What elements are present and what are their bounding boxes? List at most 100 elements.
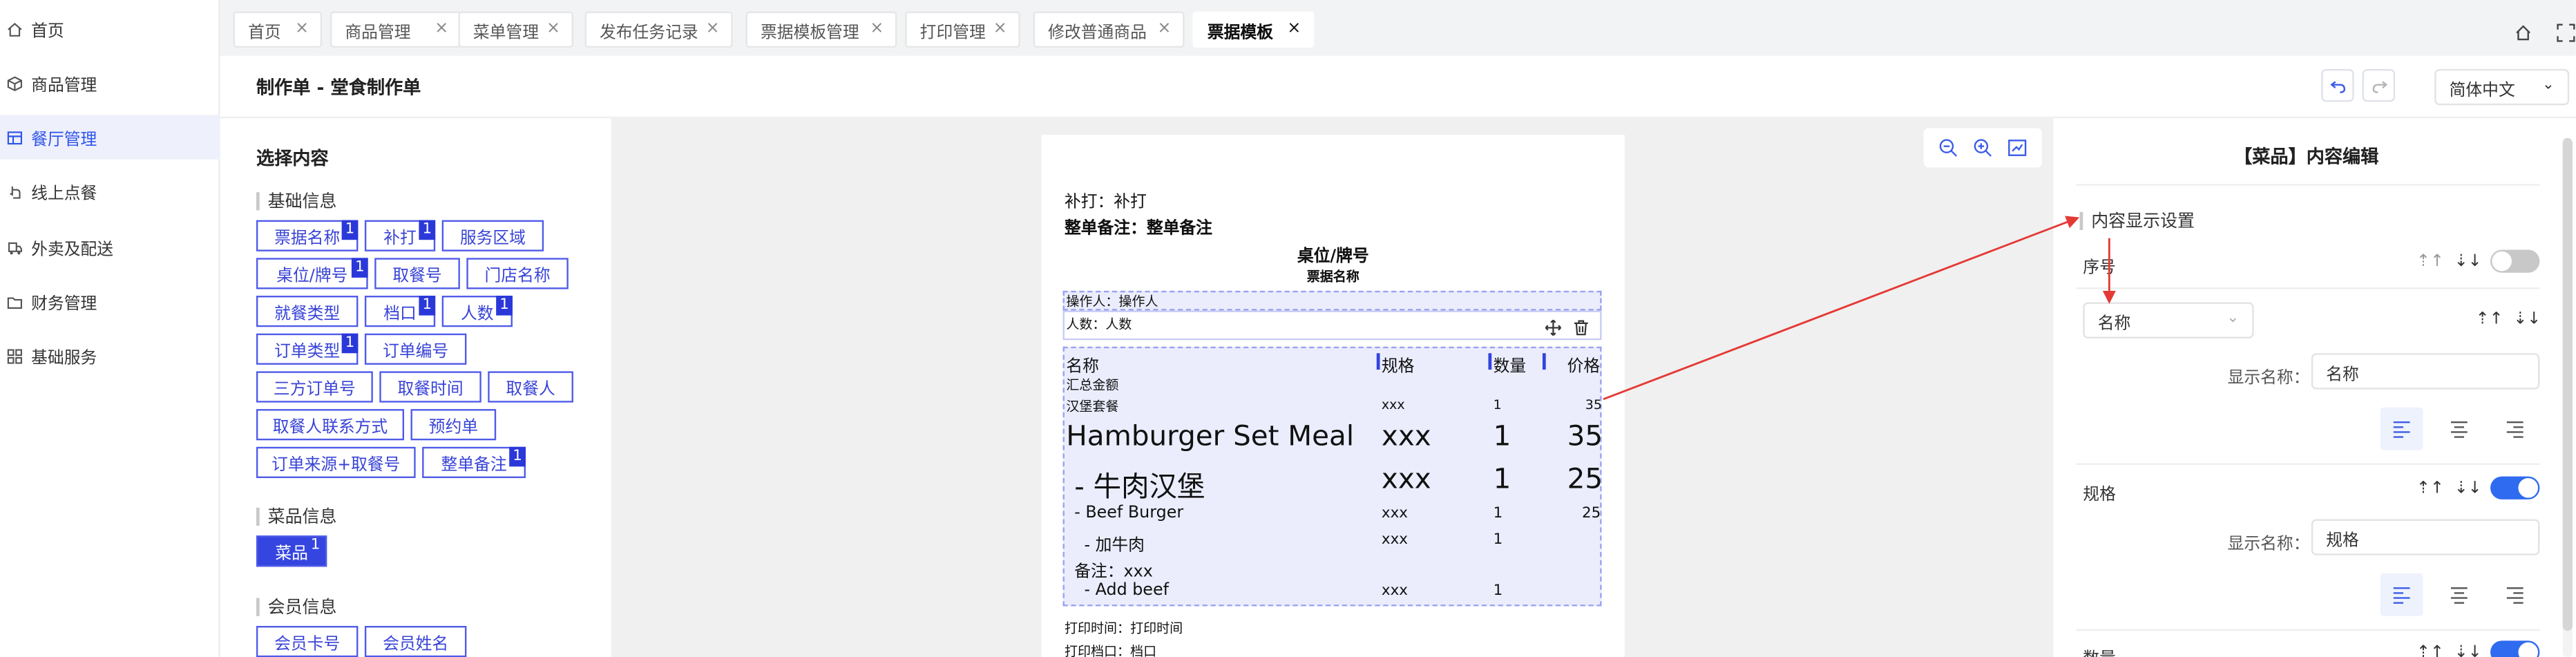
tag-member-card[interactable]: 会员卡号 bbox=[256, 626, 359, 657]
tag-service-area[interactable]: 服务区域 bbox=[441, 220, 544, 251]
tag-dining-type[interactable]: 就餐类型 bbox=[256, 296, 359, 327]
align-left-button[interactable] bbox=[2380, 407, 2423, 450]
move-icon[interactable] bbox=[1539, 314, 1565, 340]
align-center-button[interactable] bbox=[2438, 408, 2481, 450]
tag-pickup-time[interactable]: 取餐时间 bbox=[379, 371, 481, 403]
scrollbar-thumb[interactable] bbox=[2562, 137, 2573, 631]
fit-screen-icon[interactable] bbox=[2008, 132, 2028, 163]
sort-asc-icon[interactable]: ⇡↑ bbox=[2416, 253, 2444, 271]
tab-ticket-template[interactable]: 票据模板 × bbox=[1192, 11, 1315, 48]
design-canvas[interactable]: 补打：补打 整单备注：整单备注 桌位/牌号 票据名称 操作人：操作人 人数：人数… bbox=[611, 118, 2054, 657]
tab-print-management[interactable]: 打印管理 × bbox=[905, 11, 1020, 48]
sidebar-item-product[interactable]: 商品管理 bbox=[0, 61, 220, 105]
tag-order-no[interactable]: 订单编号 bbox=[364, 333, 467, 365]
language-value: 简体中文 bbox=[2449, 81, 2515, 99]
tab-product-management[interactable]: 商品管理 × bbox=[330, 11, 462, 48]
sort-asc-icon[interactable]: ⇡↑ bbox=[2476, 310, 2503, 328]
display-name-input[interactable]: 名称 bbox=[2311, 353, 2540, 390]
tag-order-type[interactable]: 订单类型 1 bbox=[256, 333, 359, 365]
tag-label: 票据名称 bbox=[274, 229, 341, 249]
tab-menu-management[interactable]: 菜单管理 × bbox=[458, 11, 573, 48]
tag-ticket-name[interactable]: 票据名称 1 bbox=[256, 220, 359, 251]
receipt-order-remark[interactable]: 整单备注：整单备注 bbox=[1065, 213, 1212, 238]
close-icon[interactable]: × bbox=[993, 20, 1007, 38]
sort-asc-icon[interactable]: ⇡↑ bbox=[2416, 479, 2444, 497]
align-center-button[interactable] bbox=[2438, 573, 2481, 616]
zoom-out-icon[interactable] bbox=[1938, 132, 1958, 163]
tab-ticket-template-management[interactable]: 票据模板管理 × bbox=[745, 11, 897, 48]
close-icon[interactable]: × bbox=[870, 20, 884, 38]
tag-order-remark[interactable]: 整单备注 1 bbox=[422, 446, 526, 478]
receipt-print-station[interactable]: 打印档口：档口 bbox=[1065, 642, 1156, 657]
close-icon[interactable]: × bbox=[1158, 20, 1172, 38]
tab-label: 票据模板 bbox=[1207, 23, 1273, 42]
align-left-button[interactable] bbox=[2380, 573, 2423, 616]
undo-button[interactable] bbox=[2321, 68, 2354, 102]
spec-toggle[interactable] bbox=[2490, 476, 2540, 499]
qty-toggle[interactable] bbox=[2490, 640, 2540, 657]
receipt-ticket-name[interactable]: 票据名称 bbox=[1042, 268, 1625, 286]
delete-icon[interactable] bbox=[1567, 314, 1594, 340]
zoom-in-icon[interactable] bbox=[1973, 132, 1993, 163]
tag-store-name[interactable]: 门店名称 bbox=[466, 258, 569, 289]
tag-member-name[interactable]: 会员姓名 bbox=[364, 626, 467, 657]
column-divider bbox=[1488, 353, 1492, 370]
sort-desc-icon[interactable]: ⇣↓ bbox=[2454, 644, 2482, 657]
count-badge: 1 bbox=[341, 220, 359, 240]
close-icon[interactable]: × bbox=[1287, 20, 1301, 38]
close-icon[interactable]: × bbox=[546, 20, 560, 38]
tag-headcount[interactable]: 人数 1 bbox=[441, 296, 513, 327]
headcount-block[interactable] bbox=[1062, 310, 1602, 341]
sort-desc-icon[interactable]: ⇣↓ bbox=[2454, 479, 2482, 497]
tag-pickup-no[interactable]: 取餐号 bbox=[374, 258, 460, 289]
tag-dish[interactable]: 菜品 1 bbox=[256, 535, 327, 567]
display-name-input[interactable]: 规格 bbox=[2311, 519, 2540, 555]
tag-station[interactable]: 档口 1 bbox=[364, 296, 436, 327]
row-price: 25 bbox=[1567, 463, 1603, 497]
sidebar-item-delivery[interactable]: 外卖及配送 bbox=[0, 225, 220, 269]
sidebar-item-online-order[interactable]: 线上点餐 bbox=[0, 169, 220, 213]
align-right-button[interactable] bbox=[2494, 573, 2537, 616]
sort-asc-icon[interactable]: ⇡↑ bbox=[2416, 644, 2444, 657]
tag-table-no[interactable]: 桌位/牌号 1 bbox=[256, 258, 368, 289]
tab-home[interactable]: 首页 × bbox=[233, 11, 323, 48]
tag-reprint[interactable]: 补打 1 bbox=[364, 220, 436, 251]
close-icon[interactable]: × bbox=[295, 20, 309, 38]
sidebar-item-restaurant[interactable]: 餐厅管理 bbox=[0, 115, 220, 160]
tag-pickup-person[interactable]: 取餐人 bbox=[488, 371, 573, 403]
sort-desc-icon[interactable]: ⇣↓ bbox=[2513, 310, 2541, 328]
sort-desc-icon[interactable]: ⇣↓ bbox=[2454, 253, 2482, 271]
receipt-reprint[interactable]: 补打：补打 bbox=[1065, 187, 1147, 212]
close-icon[interactable]: × bbox=[435, 20, 448, 38]
sidebar-item-label: 商品管理 bbox=[31, 77, 97, 95]
chevron-down-icon: ⌄ bbox=[2226, 310, 2240, 327]
tag-order-source-pickup[interactable]: 订单来源+取餐号 bbox=[256, 446, 416, 478]
tag-label: 桌位/牌号 bbox=[276, 267, 348, 286]
home-outline-icon[interactable] bbox=[2513, 18, 2533, 41]
field-select-name[interactable]: 名称 ⌄ bbox=[2083, 302, 2254, 339]
redo-button[interactable] bbox=[2362, 68, 2396, 102]
tag-reservation[interactable]: 预约单 bbox=[410, 409, 497, 441]
close-icon[interactable]: × bbox=[706, 20, 720, 38]
tab-label: 票据模板管理 bbox=[761, 23, 859, 42]
language-select[interactable]: 简体中文 ⌄ bbox=[2434, 68, 2570, 106]
sidebar-item-basic-service[interactable]: 基础服务 bbox=[0, 334, 220, 378]
receipt-print-time[interactable]: 打印时间：打印时间 bbox=[1065, 620, 1183, 638]
tab-edit-product[interactable]: 修改普通商品 × bbox=[1033, 11, 1185, 48]
sidebar-item-home[interactable]: 首页 bbox=[0, 7, 220, 51]
tab-publish-task-record[interactable]: 发布任务记录 × bbox=[584, 11, 733, 48]
receipt-table-no[interactable]: 桌位/牌号 bbox=[1042, 242, 1625, 266]
count-badge: 1 bbox=[310, 537, 321, 554]
fullscreen-icon[interactable] bbox=[2556, 18, 2576, 42]
scrollbar[interactable] bbox=[2562, 137, 2573, 657]
display-name-label: 显示名称： bbox=[2227, 535, 2310, 554]
tag-label: 订单类型 bbox=[274, 343, 341, 362]
cube-icon bbox=[7, 75, 23, 91]
index-toggle[interactable] bbox=[2490, 249, 2540, 273]
row-name: - 牛肉汉堡 bbox=[1074, 471, 1205, 505]
tag-third-party-order-no[interactable]: 三方订单号 bbox=[256, 371, 373, 403]
align-right-button[interactable] bbox=[2494, 408, 2537, 450]
tag-pickup-contact[interactable]: 取餐人联系方式 bbox=[256, 409, 404, 441]
sidebar-item-finance[interactable]: 财务管理 bbox=[0, 279, 220, 323]
group-title-dish: 菜品信息 bbox=[256, 504, 337, 529]
